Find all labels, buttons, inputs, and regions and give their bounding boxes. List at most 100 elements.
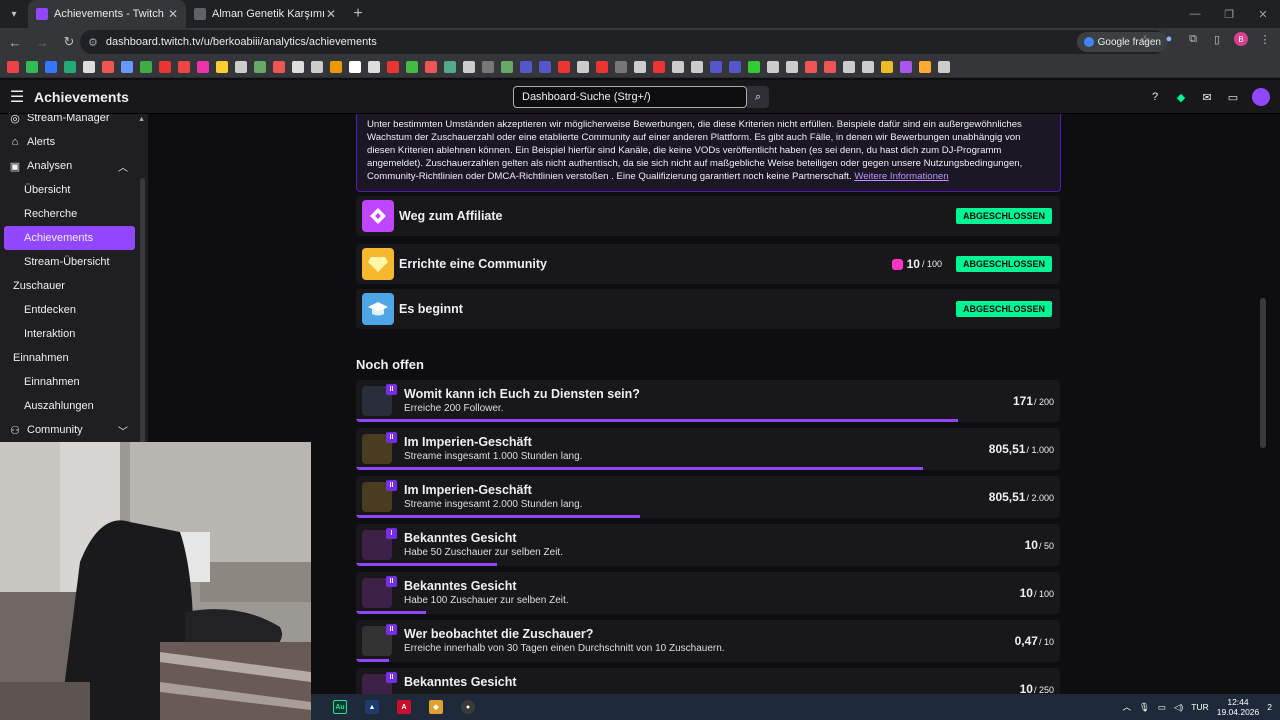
bookmark-favicon-icon[interactable] [102, 60, 114, 73]
bookmark-favicon-icon[interactable] [729, 60, 741, 73]
bookmark-favicon-icon[interactable] [501, 60, 513, 73]
minimize-icon[interactable]: — [1178, 0, 1212, 28]
sidepanel-icon[interactable]: ▯ [1210, 32, 1224, 46]
search-icon[interactable]: ⌕ [747, 86, 769, 108]
close-window-icon[interactable]: ✕ [1246, 0, 1280, 28]
arc-app-icon[interactable]: ▲ [365, 700, 379, 714]
tray-overflow-icon[interactable]: ︿ [1123, 701, 1132, 713]
bookmark-favicon-icon[interactable] [425, 60, 437, 73]
close-tab-icon[interactable]: ✕ [326, 7, 336, 21]
sidebar-item-achievements[interactable]: Achievements [4, 226, 135, 250]
bookmark-favicon-icon[interactable] [900, 60, 912, 73]
tab-alman[interactable]: Alman Genetik Karşımı ✕ [186, 0, 344, 28]
bookmark-favicon-icon[interactable] [216, 60, 228, 73]
main-scrollbar[interactable] [1260, 298, 1266, 448]
bookmark-favicon-icon[interactable] [387, 60, 399, 73]
tab-achievements[interactable]: Achievements - Twitch ✕ [28, 0, 186, 28]
bookmark-favicon-icon[interactable] [159, 60, 171, 73]
bookmark-favicon-icon[interactable] [520, 60, 532, 73]
inbox-icon[interactable]: ✉ [1200, 90, 1214, 104]
profile-avatar[interactable]: B [1234, 32, 1248, 46]
bookmark-favicon-icon[interactable] [710, 60, 722, 73]
back-icon[interactable]: ← [3, 30, 27, 54]
sidebar-item-einnahmen[interactable]: Einnahmen [0, 370, 148, 394]
sidebar-item-alerts[interactable]: ⌂ Alerts [0, 130, 148, 154]
dashboard-search-input[interactable]: Dashboard-Suche (Strg+/) [513, 86, 747, 108]
restore-icon[interactable]: ❐ [1212, 0, 1246, 28]
bookmark-favicon-icon[interactable] [178, 60, 190, 73]
bookmark-favicon-icon[interactable] [64, 60, 76, 73]
tab-search-button[interactable]: ▾ [0, 0, 28, 28]
bookmark-favicon-icon[interactable] [83, 60, 95, 73]
bookmark-favicon-icon[interactable] [311, 60, 323, 73]
bookmark-favicon-icon[interactable] [577, 60, 589, 73]
bookmark-favicon-icon[interactable] [843, 60, 855, 73]
completed-achievement-card[interactable]: Errichte eine Community 10 / 100 ABGESCH… [356, 244, 1060, 284]
bookmark-favicon-icon[interactable] [919, 60, 931, 73]
bookmark-favicon-icon[interactable] [748, 60, 760, 73]
bookmark-favicon-icon[interactable] [349, 60, 361, 73]
open-achievement-card[interactable]: II Im Imperien-Geschäft Streame insgesam… [356, 476, 1060, 518]
network-icon[interactable]: ▭ [1158, 702, 1166, 713]
bookmark-favicon-icon[interactable] [7, 60, 19, 73]
site-info-icon[interactable]: ⚙ [88, 36, 98, 49]
completed-achievement-card[interactable]: Es beginnt ABGESCHLOSSEN [356, 289, 1060, 329]
bookmark-favicon-icon[interactable] [805, 60, 817, 73]
sidebar-item-stream-manager[interactable]: ◎ Stream-Manager [0, 114, 148, 130]
new-tab-button[interactable]: + [344, 0, 372, 28]
whispers-icon[interactable]: ▭ [1226, 90, 1240, 104]
acrobat-app-icon[interactable]: A [397, 700, 411, 714]
user-avatar[interactable] [1252, 88, 1270, 106]
bookmark-favicon-icon[interactable] [235, 60, 247, 73]
sidebar-item-community[interactable]: ⚇ Community ﹀ [0, 418, 148, 442]
sidebar-scrollbar[interactable] [140, 178, 145, 442]
sidebar-item-auszahlungen[interactable]: Auszahlungen [0, 394, 148, 418]
url-input[interactable]: ⚙ dashboard.twitch.tv/u/berkoabiii/analy… [80, 30, 1166, 54]
bookmark-favicon-icon[interactable] [463, 60, 475, 73]
menu-icon[interactable]: ☰ [0, 80, 34, 114]
bookmark-favicon-icon[interactable] [121, 60, 133, 73]
open-achievement-card[interactable]: II Bekanntes Gesicht 10 / 250 [356, 668, 1060, 694]
extension-icon[interactable]: ● [1162, 32, 1176, 46]
sidebar-item-zuschauer[interactable]: Zuschauer [0, 274, 148, 298]
bookmark-favicon-icon[interactable] [881, 60, 893, 73]
open-achievement-card[interactable]: II Im Imperien-Geschäft Streame insgesam… [356, 428, 1060, 470]
sidebar-item-interaktion[interactable]: Interaktion [0, 322, 148, 346]
bookmark-favicon-icon[interactable] [539, 60, 551, 73]
bookmark-favicon-icon[interactable] [406, 60, 418, 73]
bookmark-favicon-icon[interactable] [292, 60, 304, 73]
close-tab-icon[interactable]: ✕ [168, 7, 178, 21]
notification-count[interactable]: 2 [1267, 702, 1272, 712]
completed-achievement-card[interactable]: Weg zum Affiliate ABGESCHLOSSEN [356, 196, 1060, 236]
bookmark-favicon-icon[interactable] [862, 60, 874, 73]
bookmark-favicon-icon[interactable] [615, 60, 627, 73]
bookmark-favicon-icon[interactable] [786, 60, 798, 73]
more-info-link[interactable]: Weitere Informationen [854, 171, 948, 182]
bookmark-favicon-icon[interactable] [26, 60, 38, 73]
bookmark-favicon-icon[interactable] [672, 60, 684, 73]
reload-icon[interactable]: ↻ [57, 30, 81, 54]
bookmark-favicon-icon[interactable] [330, 60, 342, 73]
bookmark-favicon-icon[interactable] [691, 60, 703, 73]
bookmark-favicon-icon[interactable] [45, 60, 57, 73]
forward-icon[interactable]: → [30, 30, 54, 54]
bookmark-favicon-icon[interactable] [558, 60, 570, 73]
bookmark-favicon-icon[interactable] [767, 60, 779, 73]
volume-icon[interactable]: ◁) [1174, 702, 1183, 713]
microphone-icon[interactable]: 🎙 [1139, 702, 1150, 713]
bookmark-favicon-icon[interactable] [824, 60, 836, 73]
clock[interactable]: 12:44 19.04.2026 [1217, 697, 1260, 717]
bookmark-favicon-icon[interactable] [634, 60, 646, 73]
bookmark-favicon-icon[interactable] [596, 60, 608, 73]
tool-app-icon[interactable]: ◆ [429, 700, 443, 714]
audition-app-icon[interactable]: Au [333, 700, 347, 714]
sidebar-item-entdecken[interactable]: Entdecken [0, 298, 148, 322]
sidebar-item-recherche[interactable]: Recherche [0, 202, 148, 226]
bookmark-favicon-icon[interactable] [197, 60, 209, 73]
sidebar-item-stream-uebersicht[interactable]: Stream-Übersicht [0, 250, 148, 274]
sidebar-item-uebersicht[interactable]: Übersicht [0, 178, 148, 202]
bookmark-favicon-icon[interactable] [368, 60, 380, 73]
bookmark-star-icon[interactable]: ☆ [1138, 32, 1152, 46]
extensions-puzzle-icon[interactable]: ⧉ [1186, 32, 1200, 46]
bookmark-favicon-icon[interactable] [653, 60, 665, 73]
